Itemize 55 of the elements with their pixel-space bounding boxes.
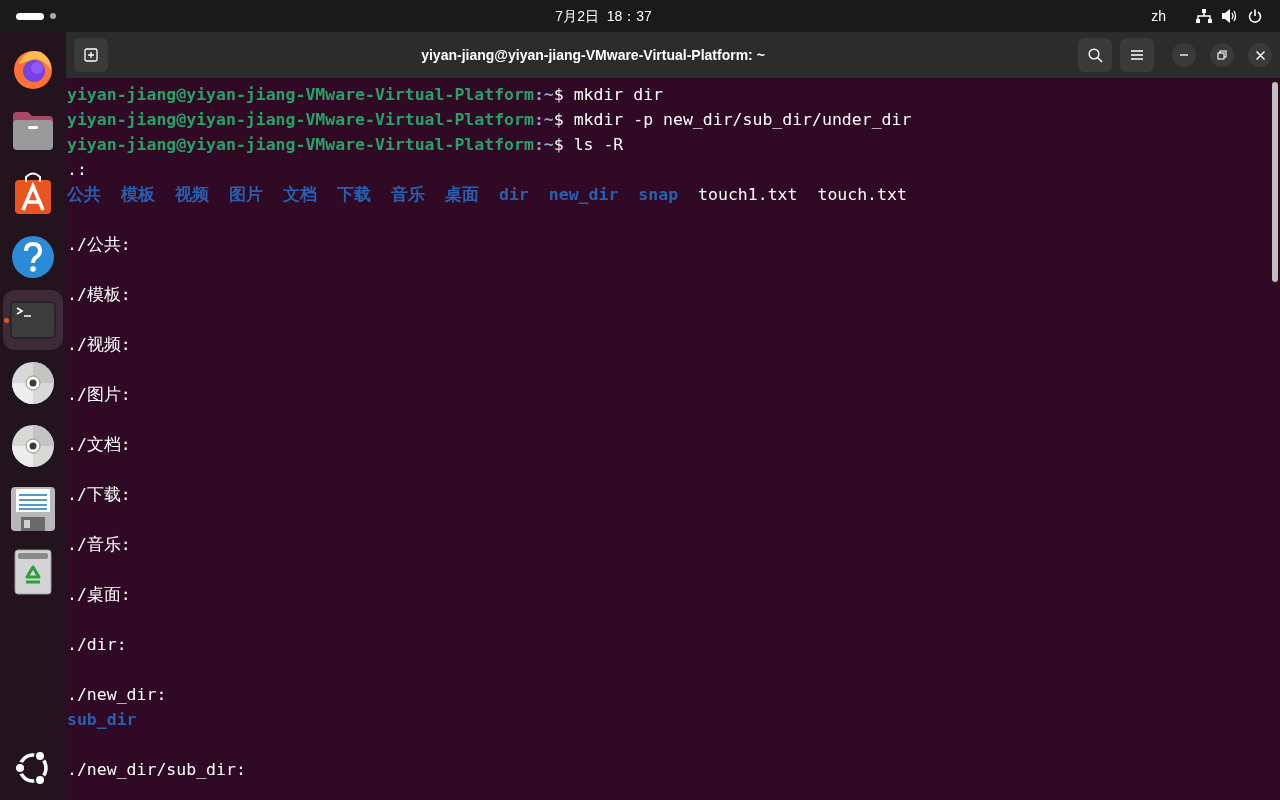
- directory-name: dir: [499, 184, 529, 206]
- power-icon[interactable]: [1248, 9, 1262, 23]
- output-line: .:: [67, 160, 87, 179]
- window-title: yiyan-jiang@yiyan-jiang-VMware-Virtual-Platform: ~: [421, 45, 765, 65]
- folder-icon: [10, 109, 56, 152]
- output-line: ./公共:: [67, 235, 131, 254]
- prompt-line: yiyan-jiang@yiyan-jiang-VMware-Virtual-Platform:~$ ls -R: [67, 134, 625, 156]
- output-line: ./下载:: [67, 485, 131, 504]
- minimize-button[interactable]: [1172, 43, 1196, 67]
- disc-icon: [11, 360, 55, 405]
- file-name: touch1.txt: [698, 184, 798, 206]
- directory-name: 音乐: [391, 184, 425, 206]
- directory-name: 文档: [283, 184, 317, 206]
- prompt-line: yiyan-jiang@yiyan-jiang-VMware-Virtual-Platform:~$ mkdir -p new_dir/sub_dir/under_dir: [67, 109, 913, 131]
- directory-name: 桌面: [445, 184, 479, 206]
- new-tab-button[interactable]: [74, 38, 108, 72]
- directory-name: 视频: [175, 184, 209, 206]
- shopping-bag-icon: [13, 171, 53, 216]
- file-name: touch.txt: [817, 184, 907, 206]
- search-icon: [1087, 47, 1103, 63]
- output-line: ./桌面:: [67, 585, 131, 604]
- restore-icon: [1217, 50, 1227, 60]
- output-line: ./dir:: [67, 635, 127, 654]
- directory-name: 公共: [67, 184, 101, 206]
- output-line: ./文档:: [67, 435, 131, 454]
- network-icon[interactable]: [1196, 9, 1212, 23]
- workspace-indicator[interactable]: [16, 12, 56, 20]
- minimize-icon: [1180, 54, 1188, 56]
- output-line: ./图片:: [67, 385, 131, 404]
- prompt-line: yiyan-jiang@yiyan-jiang-VMware-Virtual-Platform:~$ mkdir dir: [67, 84, 665, 106]
- directory-name: 模板: [121, 184, 155, 206]
- output-line: ./new_dir/sub_dir:: [67, 760, 246, 779]
- volume-icon[interactable]: [1222, 9, 1238, 23]
- directory-name: new_dir: [548, 184, 619, 206]
- directory-name: sub_dir: [67, 709, 137, 731]
- search-button[interactable]: [1078, 38, 1112, 72]
- close-icon: [1255, 50, 1265, 60]
- menu-icon: [1131, 50, 1143, 60]
- output-line: ./音乐:: [67, 535, 131, 554]
- new-tab-icon: [84, 48, 98, 62]
- clock[interactable]: 7月2日 18：37: [555, 5, 652, 27]
- scrollbar-thumb[interactable]: [1272, 82, 1278, 282]
- disc-icon: [11, 423, 55, 468]
- directory-name: snap: [638, 184, 679, 206]
- close-button[interactable]: [1248, 43, 1272, 67]
- maximize-button[interactable]: [1210, 43, 1234, 67]
- output-line: ./new_dir:: [67, 685, 167, 704]
- directory-name: 下载: [337, 184, 371, 206]
- output-line: ./模板:: [67, 285, 131, 304]
- help-icon: [11, 234, 55, 279]
- directory-name: 图片: [229, 184, 263, 206]
- terminal-icon: [10, 300, 56, 339]
- output-line: ./视频:: [67, 335, 131, 354]
- menu-button[interactable]: [1120, 38, 1154, 72]
- language-indicator[interactable]: zh: [1151, 5, 1166, 27]
